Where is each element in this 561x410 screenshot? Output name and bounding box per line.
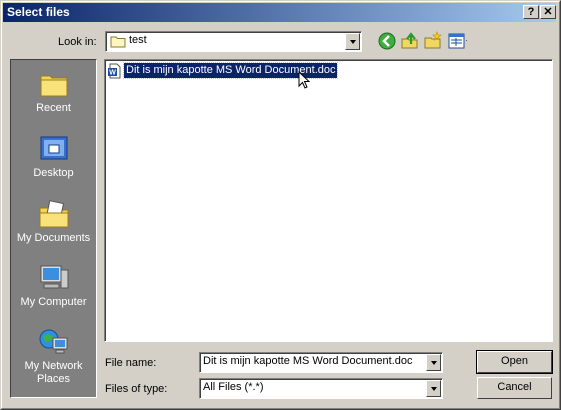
- dialog-title: Select files: [7, 5, 70, 19]
- place-label-my-network-places: My Network Places: [24, 360, 83, 385]
- back-icon[interactable]: [377, 31, 397, 51]
- help-button[interactable]: ?: [523, 5, 539, 19]
- look-in-select[interactable]: test: [105, 31, 362, 52]
- place-my-computer[interactable]: My Computer: [11, 258, 96, 318]
- look-in-dropdown-button[interactable]: [345, 33, 360, 50]
- svg-text:W: W: [109, 70, 116, 77]
- title-bar[interactable]: Select files ? ✕: [3, 3, 556, 22]
- new-folder-icon[interactable]: [423, 31, 443, 51]
- place-label-my-computer: My Computer: [20, 296, 87, 308]
- place-label-recent: Recent: [36, 102, 71, 114]
- place-desktop[interactable]: Desktop: [11, 129, 96, 189]
- file-name-dropdown-button[interactable]: [426, 354, 441, 371]
- file-name-input[interactable]: Dit is mijn kapotte MS Word Document.doc: [199, 352, 443, 373]
- open-button[interactable]: Open: [476, 350, 553, 374]
- folder-icon: [110, 36, 126, 48]
- look-in-label: Look in:: [58, 36, 97, 48]
- up-folder-icon[interactable]: [400, 31, 420, 51]
- desktop-icon: [40, 136, 68, 160]
- mouse-cursor-icon: [298, 71, 311, 89]
- place-recent[interactable]: Recent: [11, 64, 96, 124]
- look-in-value: test: [129, 34, 147, 46]
- my-documents-icon: [39, 200, 69, 228]
- word-document-icon: W: [108, 63, 121, 79]
- place-label-my-documents: My Documents: [16, 232, 91, 244]
- files-of-type-dropdown-button[interactable]: [426, 380, 441, 397]
- places-bar: Recent Desktop My Documents My Computer …: [10, 59, 97, 398]
- place-my-documents[interactable]: My Documents: [11, 194, 96, 254]
- files-of-type-value: All Files (*.*): [203, 381, 264, 393]
- place-my-network-places[interactable]: My Network Places: [11, 322, 96, 392]
- cancel-button[interactable]: Cancel: [477, 377, 552, 399]
- file-list[interactable]: W Dit is mijn kapotte MS Word Document.d…: [104, 59, 553, 342]
- files-of-type-select[interactable]: All Files (*.*): [199, 378, 443, 399]
- recent-icon: [40, 75, 68, 97]
- network-places-icon: [39, 329, 68, 354]
- close-button[interactable]: ✕: [540, 5, 556, 19]
- file-name-value: Dit is mijn kapotte MS Word Document.doc: [203, 355, 413, 367]
- place-label-desktop: Desktop: [33, 167, 74, 179]
- files-of-type-label: Files of type:: [105, 383, 168, 395]
- select-files-dialog: Select files ? ✕ Look in: test Recent De…: [0, 0, 561, 410]
- my-computer-icon: [40, 265, 69, 289]
- file-name-label: File name:: [105, 357, 157, 369]
- views-menu-icon[interactable]: [447, 31, 467, 51]
